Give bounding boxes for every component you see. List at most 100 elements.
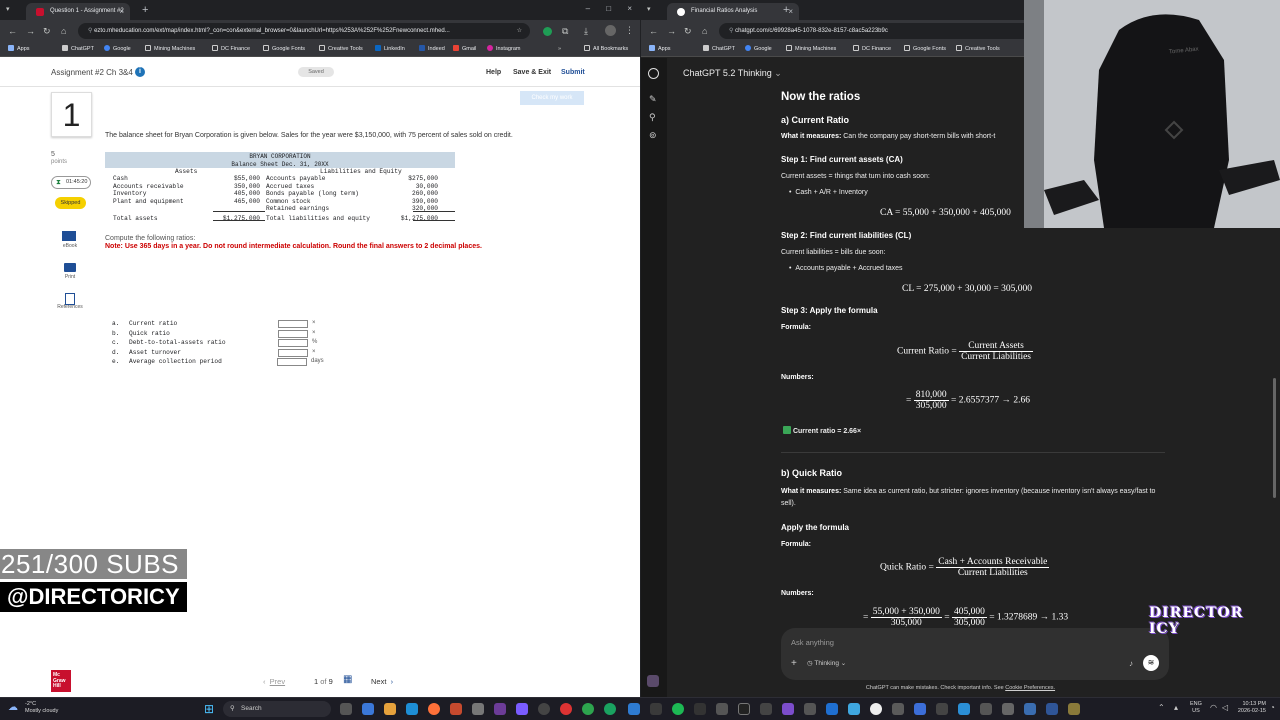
close-tab-icon[interactable]: ×	[119, 3, 124, 20]
back-arrow-icon[interactable]: ←	[649, 24, 658, 38]
tab-assignment[interactable]: Question 1 - Assignment #2 Ch ×	[26, 3, 130, 31]
next-button[interactable]: Next ›	[371, 677, 393, 686]
print-label[interactable]: Print	[56, 274, 84, 280]
clock[interactable]: 10:13 PM 2026-02-15	[1236, 701, 1266, 715]
bookmark-google[interactable]: Google	[745, 44, 772, 55]
search-chats-icon[interactable]: ⚲	[649, 112, 656, 123]
app-icon[interactable]	[450, 703, 462, 715]
app-icon[interactable]	[1068, 703, 1080, 715]
bookmark-mining[interactable]: Mining Machines	[786, 44, 836, 55]
app-icon[interactable]	[804, 703, 816, 715]
home-icon[interactable]: ⌂	[61, 24, 66, 38]
spotify-icon[interactable]	[672, 703, 684, 715]
weather-widget[interactable]: -2°C Mostly cloudy	[25, 701, 58, 715]
chatgpt-logo-icon[interactable]	[648, 68, 659, 79]
new-tab-icon[interactable]: +	[142, 3, 148, 17]
forward-arrow-icon[interactable]: →	[667, 24, 676, 38]
attach-plus-icon[interactable]: +	[791, 658, 797, 669]
bookmark-gmail[interactable]: Gmail	[453, 44, 476, 55]
taskbar-search[interactable]: ⚲ Search	[223, 701, 331, 717]
extensions-puzzle-icon[interactable]: ⧉	[562, 26, 568, 37]
answer-input[interactable]	[278, 329, 308, 338]
bookmark-chatgpt[interactable]: ChatGPT	[62, 44, 94, 55]
app-icon[interactable]	[1002, 703, 1014, 715]
answer-input[interactable]	[277, 358, 307, 366]
save-exit-button[interactable]: Save & Exit	[513, 69, 551, 76]
cookie-preferences-link[interactable]: Cookie Preferences.	[1005, 685, 1055, 691]
bookmark-apps[interactable]: Apps	[649, 44, 671, 55]
volume-icon[interactable]: ◁	[1222, 703, 1228, 712]
bookmark-creative-tools[interactable]: Creative Tools	[319, 44, 363, 55]
start-windows-icon[interactable]: ⊞	[204, 703, 216, 715]
app-icon[interactable]	[560, 703, 572, 715]
window-controls[interactable]: – □ ×	[586, 4, 632, 13]
tab-search-icon[interactable]: ▾	[6, 3, 10, 17]
tab-search-icon[interactable]: ▾	[647, 3, 651, 17]
app-icon[interactable]	[848, 703, 860, 715]
profile-avatar[interactable]	[605, 25, 616, 36]
new-tab-icon[interactable]: +	[783, 3, 789, 17]
forward-arrow-icon[interactable]: →	[26, 24, 35, 38]
language-indicator[interactable]: ENG US	[1190, 701, 1202, 715]
bookmark-apps[interactable]: Apps	[8, 44, 30, 55]
app-icon[interactable]	[628, 703, 640, 715]
app-icon[interactable]	[760, 703, 772, 715]
bookmark-instagram[interactable]: Instagram	[487, 44, 520, 55]
menu-dots-icon[interactable]: ⋮	[625, 25, 634, 36]
submit-button[interactable]: Submit	[561, 69, 585, 76]
references-label[interactable]: References	[52, 304, 88, 310]
bookmark-google-fonts[interactable]: Google Fonts	[263, 44, 305, 55]
app-icon[interactable]	[826, 703, 838, 715]
app-icon[interactable]	[472, 703, 484, 715]
ebook-label[interactable]: eBook	[56, 243, 84, 249]
app-icon[interactable]	[538, 703, 550, 715]
bookmark-linkedin[interactable]: LinkedIn	[375, 44, 405, 55]
app-icon[interactable]	[650, 703, 662, 715]
notification-bell-icon[interactable]: ◔	[1270, 703, 1275, 712]
app-icon[interactable]	[914, 703, 926, 715]
app-icon[interactable]	[936, 703, 948, 715]
grid-view-icon[interactable]: ▦	[343, 675, 353, 685]
more-bookmarks-icon[interactable]: »	[558, 44, 561, 55]
answer-input[interactable]	[278, 320, 308, 328]
steam-icon[interactable]	[1046, 703, 1058, 715]
bookmark-dc-finance[interactable]: DC Finance	[212, 44, 250, 55]
bookmark-star-icon[interactable]: ☆	[517, 23, 522, 39]
app-icon[interactable]	[892, 703, 904, 715]
answer-input[interactable]	[278, 348, 308, 357]
address-input[interactable]: ⚲ ezto.mheducation.com/ext/map/index.htm…	[78, 23, 530, 39]
bookmark-google[interactable]: Google	[104, 44, 131, 55]
page-indicator[interactable]: 1 of 9	[314, 677, 333, 686]
chrome-icon[interactable]	[582, 703, 594, 715]
new-chat-icon[interactable]: ✎	[649, 94, 657, 105]
wifi-icon[interactable]: ◠	[1210, 703, 1217, 712]
tray-icon[interactable]: ▴	[1174, 703, 1178, 712]
app-icon[interactable]	[694, 703, 706, 715]
scrollbar-thumb[interactable]	[1273, 378, 1276, 498]
bookmark-all[interactable]: All Bookmarks	[584, 44, 628, 55]
bookmark-chatgpt[interactable]: ChatGPT	[703, 44, 735, 55]
app-icon[interactable]	[782, 703, 794, 715]
prev-button[interactable]: ‹ Prev	[263, 677, 285, 686]
discord-icon[interactable]	[516, 703, 528, 715]
reload-icon[interactable]: ↻	[684, 24, 692, 38]
check-my-work-button[interactable]: Check my work	[520, 91, 584, 105]
prompt-input[interactable]: Ask anything	[791, 638, 834, 647]
info-icon[interactable]: i	[135, 67, 145, 77]
home-icon[interactable]: ⌂	[702, 24, 707, 38]
notion-icon[interactable]	[738, 703, 750, 715]
microphone-icon[interactable]: ♪	[1129, 659, 1133, 668]
downloads-icon[interactable]: ⤓	[584, 26, 588, 37]
bookmark-indeed[interactable]: Indeed	[419, 44, 445, 55]
thinking-toggle[interactable]: ◷ Thinking ⌄	[807, 658, 846, 670]
app-icon[interactable]	[870, 703, 882, 715]
app-icon[interactable]	[362, 703, 374, 715]
back-arrow-icon[interactable]: ←	[8, 24, 17, 38]
app-icon[interactable]	[494, 703, 506, 715]
tab-chatgpt[interactable]: Financial Ratios Analysis ×	[667, 3, 799, 20]
task-view-icon[interactable]	[340, 703, 352, 715]
ebook-icon[interactable]	[62, 231, 76, 241]
app-icon[interactable]	[958, 703, 970, 715]
bookmark-google-fonts[interactable]: Google Fonts	[904, 44, 946, 55]
app-icon[interactable]	[1024, 703, 1036, 715]
